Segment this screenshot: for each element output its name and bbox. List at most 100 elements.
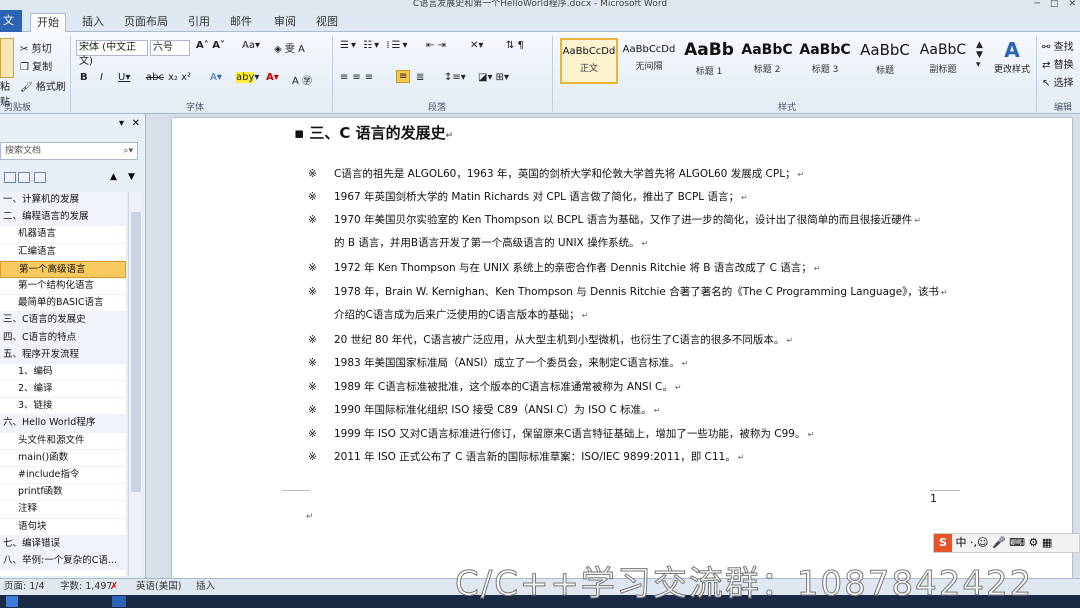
justify-icon[interactable]: ≡ xyxy=(396,70,411,83)
nav-heading-item[interactable]: 2、编译 xyxy=(0,381,126,399)
bold-icon[interactable]: B xyxy=(80,72,88,83)
styles-scroll-icon[interactable]: ▲ ▼ ▾ xyxy=(976,40,983,70)
nav-heading-item[interactable]: 汇编语言 xyxy=(0,244,126,261)
nav-heading-item[interactable]: 第一个结构化语言 xyxy=(0,278,126,296)
select-button[interactable]: ↖ 选择 xyxy=(1042,74,1074,89)
chinese-layout-icon[interactable]: ✕▾ xyxy=(470,40,483,51)
results-view-icon[interactable] xyxy=(34,172,46,183)
nav-heading-item[interactable]: 二、编程语言的发展 xyxy=(0,209,126,227)
nav-heading-item[interactable]: 第一个高级语言 xyxy=(0,260,126,278)
bullets-icon[interactable]: ☰▾ ☷▾ ⁞☰▾ xyxy=(340,40,410,51)
change-case-icon[interactable]: Aa▾ xyxy=(242,40,260,51)
change-styles-button[interactable]: A 更改样式 xyxy=(990,38,1034,75)
line-spacing-icon[interactable]: ↕≡▾ xyxy=(444,72,466,83)
tab-insert[interactable]: 插入 xyxy=(76,13,110,32)
maximize-icon[interactable]: □ xyxy=(1050,0,1059,9)
italic-icon[interactable]: I xyxy=(100,72,103,83)
ime-toolbar[interactable]: S 中 ·,☺ 🎤 ⌨ ⚙ ▦ xyxy=(933,533,1080,553)
nav-heading-item[interactable]: 八、举例:一个复杂的C语... xyxy=(0,552,126,571)
tab-page-layout[interactable]: 页面布局 xyxy=(118,13,174,32)
document-page[interactable]: ▪ 三、C 语言的发展史↵ 1 ↵ ※ C语言的祖先是 ALGOL60，1963 … xyxy=(172,118,1072,578)
subscript-icon[interactable]: x₂ x² xyxy=(168,72,191,83)
search-icon[interactable]: ⌕▾ xyxy=(123,143,133,159)
status-words[interactable]: 字数: 1,497 xyxy=(60,579,112,595)
status-mode[interactable]: 插入 xyxy=(196,579,215,595)
nav-view-tabs: ▲ ▼ xyxy=(0,170,146,188)
highlight-icon[interactable]: aby▾ xyxy=(236,72,259,83)
style-normal[interactable]: AaBbCcDd 正文 xyxy=(560,38,618,84)
tab-view[interactable]: 视图 xyxy=(310,13,344,32)
nav-heading-item[interactable]: 最简单的BASIC语言 xyxy=(0,295,126,313)
status-page[interactable]: 页面: 1/4 xyxy=(4,579,45,595)
status-language[interactable]: 英语(美国) xyxy=(136,579,181,595)
nav-heading-item[interactable]: 3、链接 xyxy=(0,398,126,416)
nav-heading-item[interactable]: 机器语言 xyxy=(0,226,126,244)
tab-review[interactable]: 审阅 xyxy=(268,13,302,32)
find-button[interactable]: ⚯ 查找 xyxy=(1042,38,1074,53)
reference-mark-icon: ※ xyxy=(308,381,317,393)
paste-icon[interactable] xyxy=(0,38,14,78)
text-effects-icon[interactable]: A▾ xyxy=(210,72,222,83)
align-left-icon[interactable]: ≡≡≡ xyxy=(340,72,377,83)
proofing-icon[interactable]: ✗ xyxy=(110,579,118,595)
style-title[interactable]: AaBbC 标题 xyxy=(856,38,914,84)
nav-heading-item[interactable]: printf函数 xyxy=(0,484,126,502)
style-heading-3[interactable]: AaBbC 标题 3 xyxy=(796,38,854,84)
indent-icon[interactable]: ⇤ ⇥ xyxy=(426,40,446,51)
replace-button[interactable]: ⇄ 替换 xyxy=(1042,56,1074,71)
grow-font-icon[interactable]: A˄ A˅ xyxy=(196,40,225,51)
cut-button[interactable]: ✂ 剪切 xyxy=(20,40,52,55)
paragraph-text: 1967 年英国剑桥大学的 Matin Richards 对 CPL 语言做了简… xyxy=(334,191,739,203)
close-icon[interactable]: ✕ xyxy=(1068,0,1076,9)
sort-icon[interactable]: ⇅ ¶ xyxy=(506,40,524,51)
tab-home[interactable]: 开始 xyxy=(30,13,66,32)
nav-scrollbar[interactable] xyxy=(128,192,142,576)
nav-heading-item[interactable]: 一、计算机的发展 xyxy=(0,192,126,210)
ime-tools-icon[interactable]: ·,☺ 🎤 ⌨ ⚙ ▦ xyxy=(970,536,1052,549)
nav-pane-close-icon[interactable]: ✕ xyxy=(132,118,140,129)
nav-down-icon[interactable]: ▼ xyxy=(128,172,135,182)
nav-pane-menu-icon[interactable]: ▾ xyxy=(119,118,124,129)
nav-heading-item[interactable]: 四、C语言的特点 xyxy=(0,329,126,347)
style-heading-2[interactable]: AaBbC 标题 2 xyxy=(738,38,796,84)
nav-heading-item[interactable]: 语句块 xyxy=(0,519,126,536)
font-name-combo[interactable]: 宋体 (中文正文) xyxy=(76,40,148,67)
nav-heading-item[interactable]: 七、编译错误 xyxy=(0,535,126,553)
copy-button[interactable]: ❐ 复制 xyxy=(20,58,52,73)
pages-view-icon[interactable] xyxy=(18,172,30,183)
nav-scroll-thumb[interactable] xyxy=(131,212,141,492)
style-heading-1[interactable]: AaBb 标题 1 xyxy=(680,38,738,84)
nav-heading-item[interactable]: 头文件和源文件 xyxy=(0,433,126,450)
font-size-combo[interactable]: 六号 xyxy=(150,40,190,56)
window-controls: ─ □ ✕ xyxy=(1035,0,1076,9)
underline-icon[interactable]: U▾ xyxy=(118,72,130,83)
nav-heading-item[interactable]: 五、程序开发流程 xyxy=(0,346,126,364)
ime-mode-label[interactable]: 中 xyxy=(956,536,967,549)
headings-view-icon[interactable] xyxy=(4,172,16,183)
char-shading-icon[interactable]: A ㊫ xyxy=(292,72,312,87)
tab-mailings[interactable]: 邮件 xyxy=(224,13,258,32)
shading-icon[interactable]: ◪▾ ⊞▾ xyxy=(478,72,509,83)
font-color-icon[interactable]: A▾ xyxy=(266,72,279,83)
format-painter-button[interactable]: 🖌 格式刷 xyxy=(20,78,66,93)
strikethrough-icon[interactable]: abc xyxy=(146,72,164,83)
nav-heading-item[interactable]: main()函数 xyxy=(0,450,126,467)
nav-heading-item[interactable]: 六、Hello World程序 xyxy=(0,415,126,433)
nav-search-input[interactable]: 搜索文档 ⌕▾ xyxy=(0,142,138,160)
start-icon[interactable] xyxy=(6,596,18,607)
tab-references[interactable]: 引用 xyxy=(182,13,216,32)
tab-file[interactable]: 文件 xyxy=(0,10,22,32)
nav-heading-item[interactable]: 1、编码 xyxy=(0,364,126,382)
style-subtitle[interactable]: AaBbC 副标题 xyxy=(914,38,972,84)
nav-heading-item[interactable]: #include指令 xyxy=(0,467,126,485)
nav-up-icon[interactable]: ▲ xyxy=(110,172,117,182)
nav-heading-item[interactable]: 注释 xyxy=(0,501,126,519)
paragraph-mark: ↵ xyxy=(306,512,314,522)
nav-heading-item[interactable]: 三、C语言的发展史 xyxy=(0,312,126,330)
distributed-icon[interactable]: ≣ xyxy=(416,72,424,83)
style-no-spacing[interactable]: AaBbCcDd 无间隔 xyxy=(620,38,678,84)
clear-format-icon[interactable]: ◈ 雯 A xyxy=(274,40,305,55)
replace-icon: ⇄ xyxy=(1042,60,1051,71)
word-taskbar-icon[interactable] xyxy=(112,596,126,607)
minimize-icon[interactable]: ─ xyxy=(1035,0,1040,9)
